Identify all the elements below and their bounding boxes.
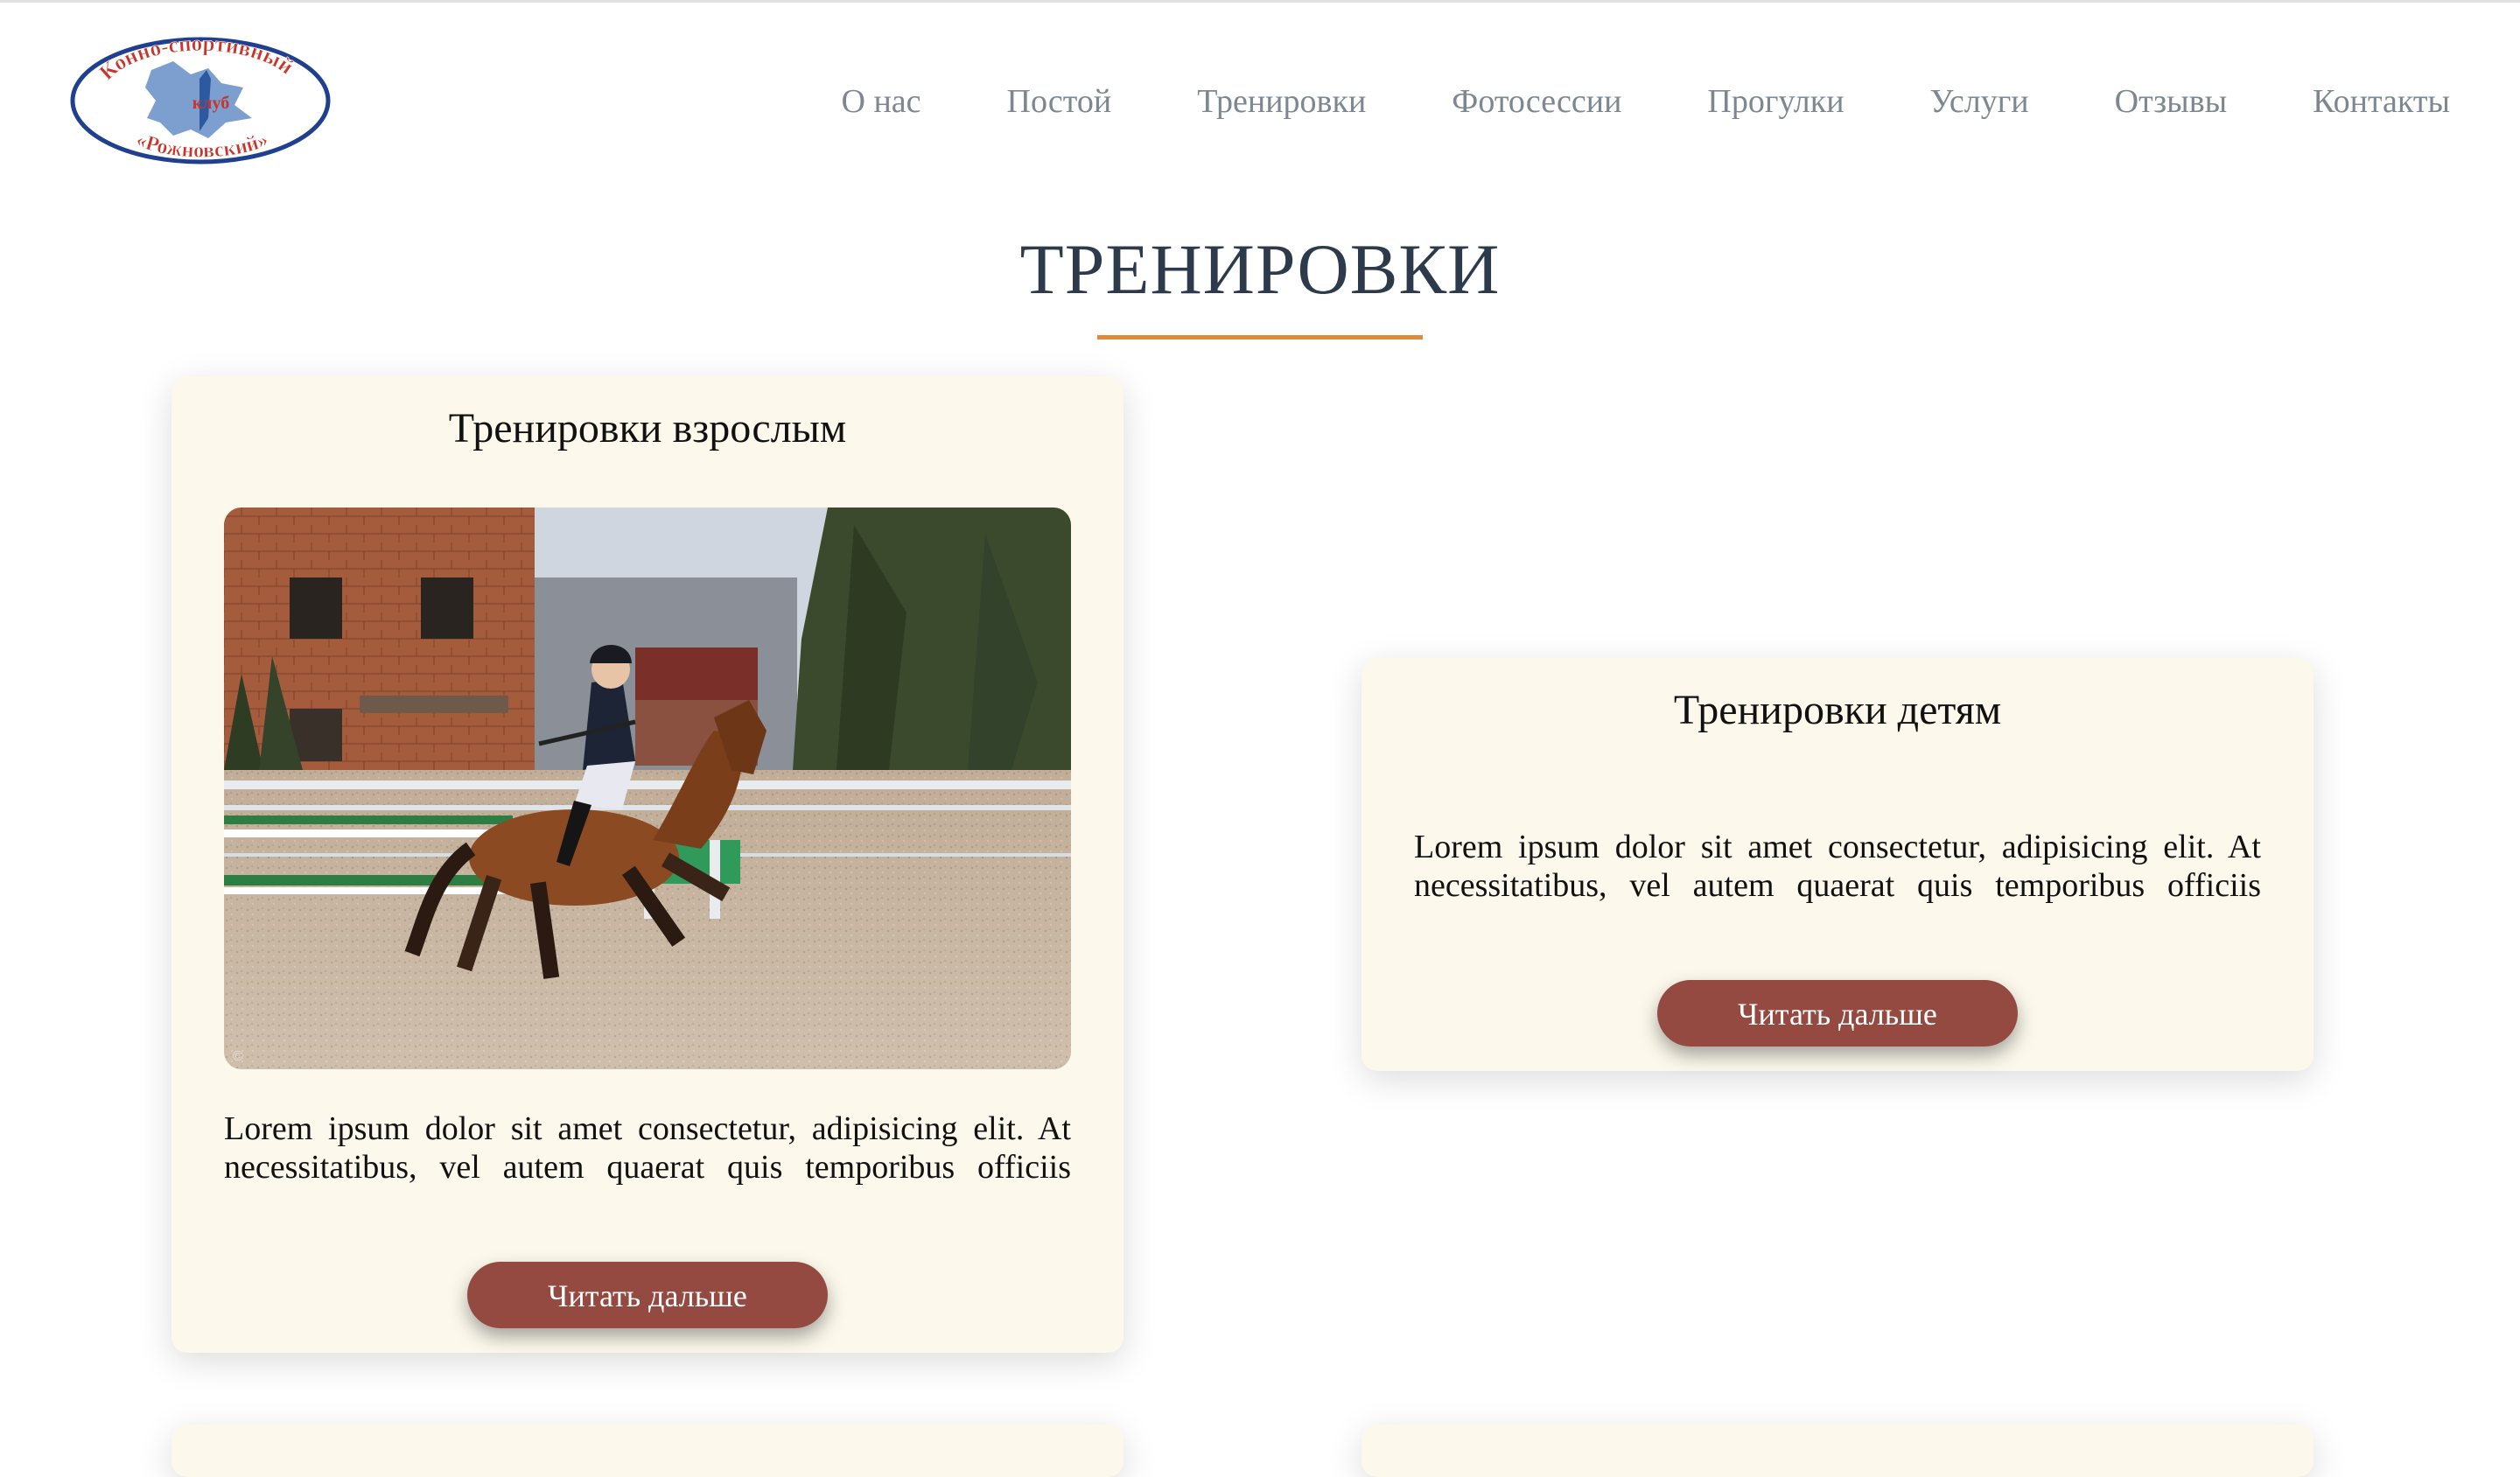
site-header: Конно-спортивный клуб «Рожновский» О нас… [0, 0, 2520, 175]
read-more-button[interactable]: Читать дальше [1657, 980, 2018, 1046]
nav-link-trainings[interactable]: Тренировки [1197, 77, 1366, 126]
card-partial-right [1362, 1424, 2314, 1477]
card-kids-training: Тренировки детям Lorem ipsum dolor sit a… [1362, 658, 2314, 1071]
read-more-button[interactable]: Читать дальше [467, 1262, 828, 1328]
card-description: Lorem ipsum dolor sit amet consectetur, … [1414, 829, 2261, 904]
nav-link-services[interactable]: Услуги [1930, 77, 2029, 126]
section-title: ТРЕНИРОВКИ [1019, 229, 1501, 309]
card-title: Тренировки взрослым [448, 405, 847, 452]
training-photo: © [224, 508, 1071, 1069]
title-underline [1097, 335, 1423, 340]
nav-link-photoshoots[interactable]: Фотосессии [1452, 77, 1621, 126]
main-nav: О нас Постой Тренировки Фотосессии Прогу… [842, 77, 2450, 126]
logo-emblem: Конно-спортивный клуб «Рожновский» [70, 32, 331, 164]
svg-text:©: © [233, 1049, 243, 1064]
card-description: Lorem ipsum dolor sit amet consectetur, … [224, 1110, 1071, 1186]
card-adult-training: Тренировки взрослым © Lorem ipsum dolor … [172, 376, 1124, 1353]
nav-link-about[interactable]: О нас [842, 77, 921, 126]
nav-link-rides[interactable]: Прогулки [1707, 77, 1844, 126]
nav-link-boarding[interactable]: Постой [1007, 77, 1112, 126]
nav-link-contacts[interactable]: Контакты [2313, 77, 2450, 126]
horse-rider-image: © [224, 508, 1071, 1069]
card-title: Тренировки детям [1673, 687, 2002, 733]
club-logo[interactable]: Конно-спортивный клуб «Рожновский» [68, 32, 332, 166]
nav-link-reviews[interactable]: Отзывы [2115, 77, 2228, 126]
card-partial-left [172, 1424, 1124, 1477]
logo-text-middle: клуб [192, 94, 229, 113]
